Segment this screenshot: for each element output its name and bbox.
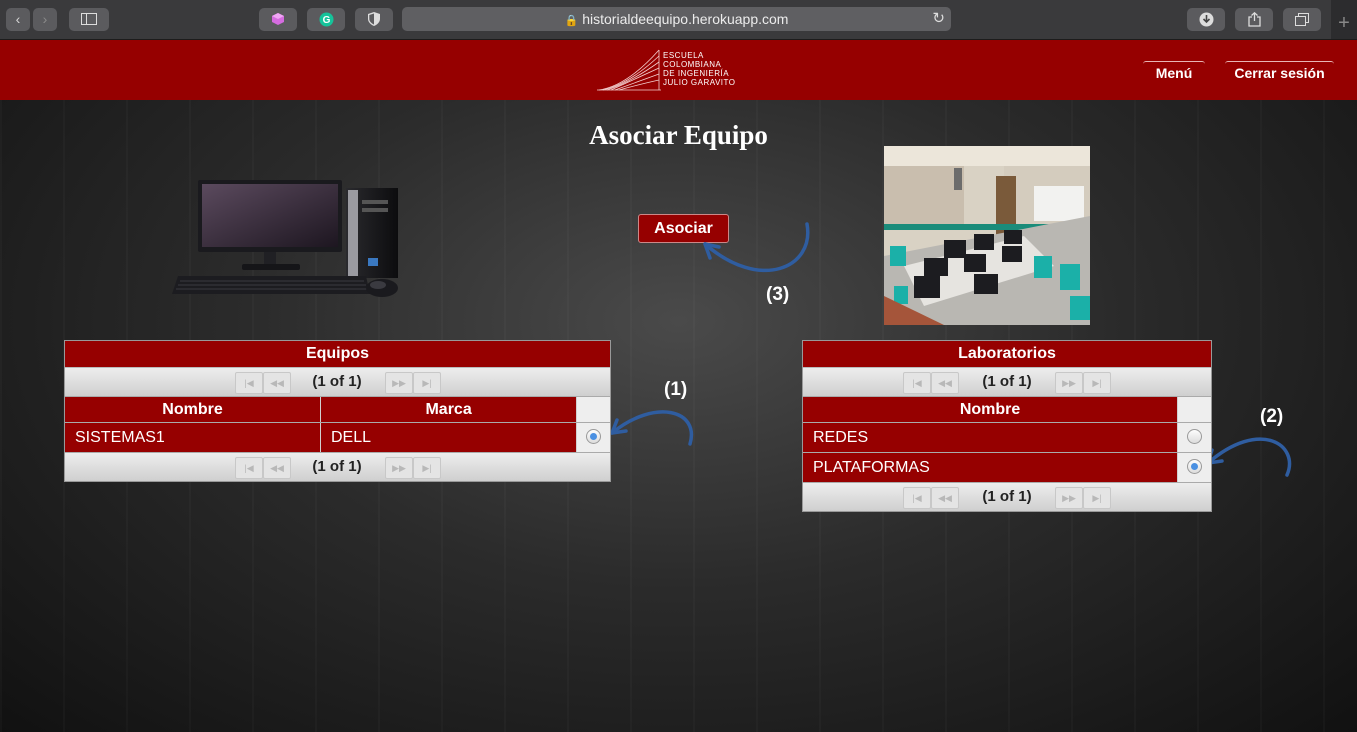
page-indicator: (1 of 1) <box>312 373 362 390</box>
next-page-icon[interactable]: ▶▶ <box>1055 372 1083 394</box>
equipos-header-row: Nombre Marca <box>65 397 610 423</box>
laboratorios-table-title: Laboratorios <box>803 341 1211 368</box>
extension-cube-button[interactable] <box>259 8 297 31</box>
cell-nombre: SISTEMAS1 <box>65 423 321 452</box>
cube-icon <box>272 13 284 25</box>
laboratorios-top-paginator: |◀ ◀◀ (1 of 1) ▶▶ ▶| <box>803 368 1211 397</box>
tabs-overview-button[interactable] <box>1283 8 1321 31</box>
laboratory-image <box>884 146 1090 325</box>
computer-image <box>172 180 398 297</box>
laboratorios-bottom-paginator: |◀ ◀◀ (1 of 1) ▶▶ ▶| <box>803 483 1211 511</box>
school-logo[interactable]: ESCUELA COLOMBIANA DE INGENIERÍA JULIO G… <box>597 46 767 94</box>
first-page-icon[interactable]: |◀ <box>235 457 263 479</box>
associate-button[interactable]: Asociar <box>638 214 729 243</box>
next-page-icon[interactable]: ▶▶ <box>385 457 413 479</box>
new-tab-button[interactable]: + <box>1331 0 1357 39</box>
table-row[interactable]: REDES <box>803 423 1211 453</box>
site-header: ESCUELA COLOMBIANA DE INGENIERÍA JULIO G… <box>0 40 1357 100</box>
next-page-icon[interactable]: ▶▶ <box>385 372 413 394</box>
svg-text:G: G <box>322 15 330 26</box>
privacy-shield-button[interactable] <box>355 8 393 31</box>
page-title: Asociar Equipo <box>589 120 768 150</box>
page-indicator: (1 of 1) <box>982 488 1032 505</box>
grammarly-button[interactable]: G <box>307 8 345 31</box>
downloads-button[interactable] <box>1187 8 1225 31</box>
last-page-icon[interactable]: ▶| <box>1083 372 1111 394</box>
page-indicator: (1 of 1) <box>312 458 362 475</box>
logo-line: DE INGENIERÍA <box>663 69 730 78</box>
row-select-cell <box>1178 423 1211 452</box>
column-header-nombre[interactable]: Nombre <box>803 397 1179 422</box>
select-column-header <box>577 397 610 422</box>
cell-nombre: REDES <box>803 423 1178 452</box>
row-radio-button[interactable] <box>1187 429 1202 444</box>
url-text: historialdeequipo.herokuapp.com <box>582 11 789 27</box>
logo-line: COLOMBIANA <box>663 60 722 69</box>
equipos-top-paginator: |◀ ◀◀ (1 of 1) ▶▶ ▶| <box>65 368 610 397</box>
prev-page-icon[interactable]: ◀◀ <box>931 487 959 509</box>
logo-line: ESCUELA <box>663 51 704 60</box>
laboratorios-header-row: Nombre <box>803 397 1211 423</box>
equipos-table: Equipos |◀ ◀◀ (1 of 1) ▶▶ ▶| Nombre Marc… <box>64 340 611 482</box>
row-radio-button[interactable] <box>1187 459 1202 474</box>
annotation-1: (1) <box>664 379 688 400</box>
menu-button[interactable]: Menú <box>1143 61 1205 84</box>
annotation-3: (3) <box>766 284 790 305</box>
first-page-icon[interactable]: |◀ <box>903 372 931 394</box>
table-row[interactable]: SISTEMAS1 DELL <box>65 423 610 453</box>
share-icon <box>1247 11 1261 27</box>
laboratorios-table: Laboratorios |◀ ◀◀ (1 of 1) ▶▶ ▶| Nombre… <box>802 340 1212 512</box>
address-bar[interactable]: 🔒 historialdeequipo.herokuapp.com ↻ <box>402 7 951 31</box>
lock-icon: 🔒 <box>564 15 579 27</box>
prev-page-icon[interactable]: ◀◀ <box>931 372 959 394</box>
column-header-nombre[interactable]: Nombre <box>65 397 322 422</box>
last-page-icon[interactable]: ▶| <box>1083 487 1111 509</box>
back-button[interactable]: ‹ <box>6 8 30 31</box>
first-page-icon[interactable]: |◀ <box>235 372 263 394</box>
tabs-icon <box>1295 13 1309 26</box>
annotation-2: (2) <box>1260 406 1284 427</box>
cell-marca: DELL <box>321 423 577 452</box>
cell-nombre: PLATAFORMAS <box>803 453 1178 482</box>
logo-graphic <box>597 49 661 91</box>
sidebar-icon <box>81 13 97 25</box>
last-page-icon[interactable]: ▶| <box>413 457 441 479</box>
reload-icon[interactable]: ↻ <box>932 7 945 31</box>
logo-line: JULIO GARAVITO <box>663 78 736 87</box>
browser-toolbar: ‹ › G 🔒 historialdeequipo.herokuapp.com ↻ <box>0 0 1357 40</box>
logo-text: ESCUELA COLOMBIANA DE INGENIERÍA JULIO G… <box>663 51 736 87</box>
last-page-icon[interactable]: ▶| <box>413 372 441 394</box>
grammarly-icon: G <box>319 12 333 27</box>
share-button[interactable] <box>1235 8 1273 31</box>
shield-icon <box>368 12 380 26</box>
next-page-icon[interactable]: ▶▶ <box>1055 487 1083 509</box>
logout-button[interactable]: Cerrar sesión <box>1225 61 1334 84</box>
forward-button[interactable]: › <box>33 8 57 31</box>
row-radio-button[interactable] <box>586 429 601 444</box>
table-row[interactable]: PLATAFORMAS <box>803 453 1211 483</box>
equipos-bottom-paginator: |◀ ◀◀ (1 of 1) ▶▶ ▶| <box>65 453 610 481</box>
row-select-cell <box>577 423 610 452</box>
row-select-cell <box>1178 453 1211 482</box>
column-header-marca[interactable]: Marca <box>321 397 578 422</box>
sidebar-toggle-button[interactable] <box>69 8 109 31</box>
download-icon <box>1199 12 1213 27</box>
equipos-table-title: Equipos <box>65 341 610 368</box>
first-page-icon[interactable]: |◀ <box>903 487 931 509</box>
select-column-header <box>1178 397 1211 422</box>
page-indicator: (1 of 1) <box>982 373 1032 390</box>
